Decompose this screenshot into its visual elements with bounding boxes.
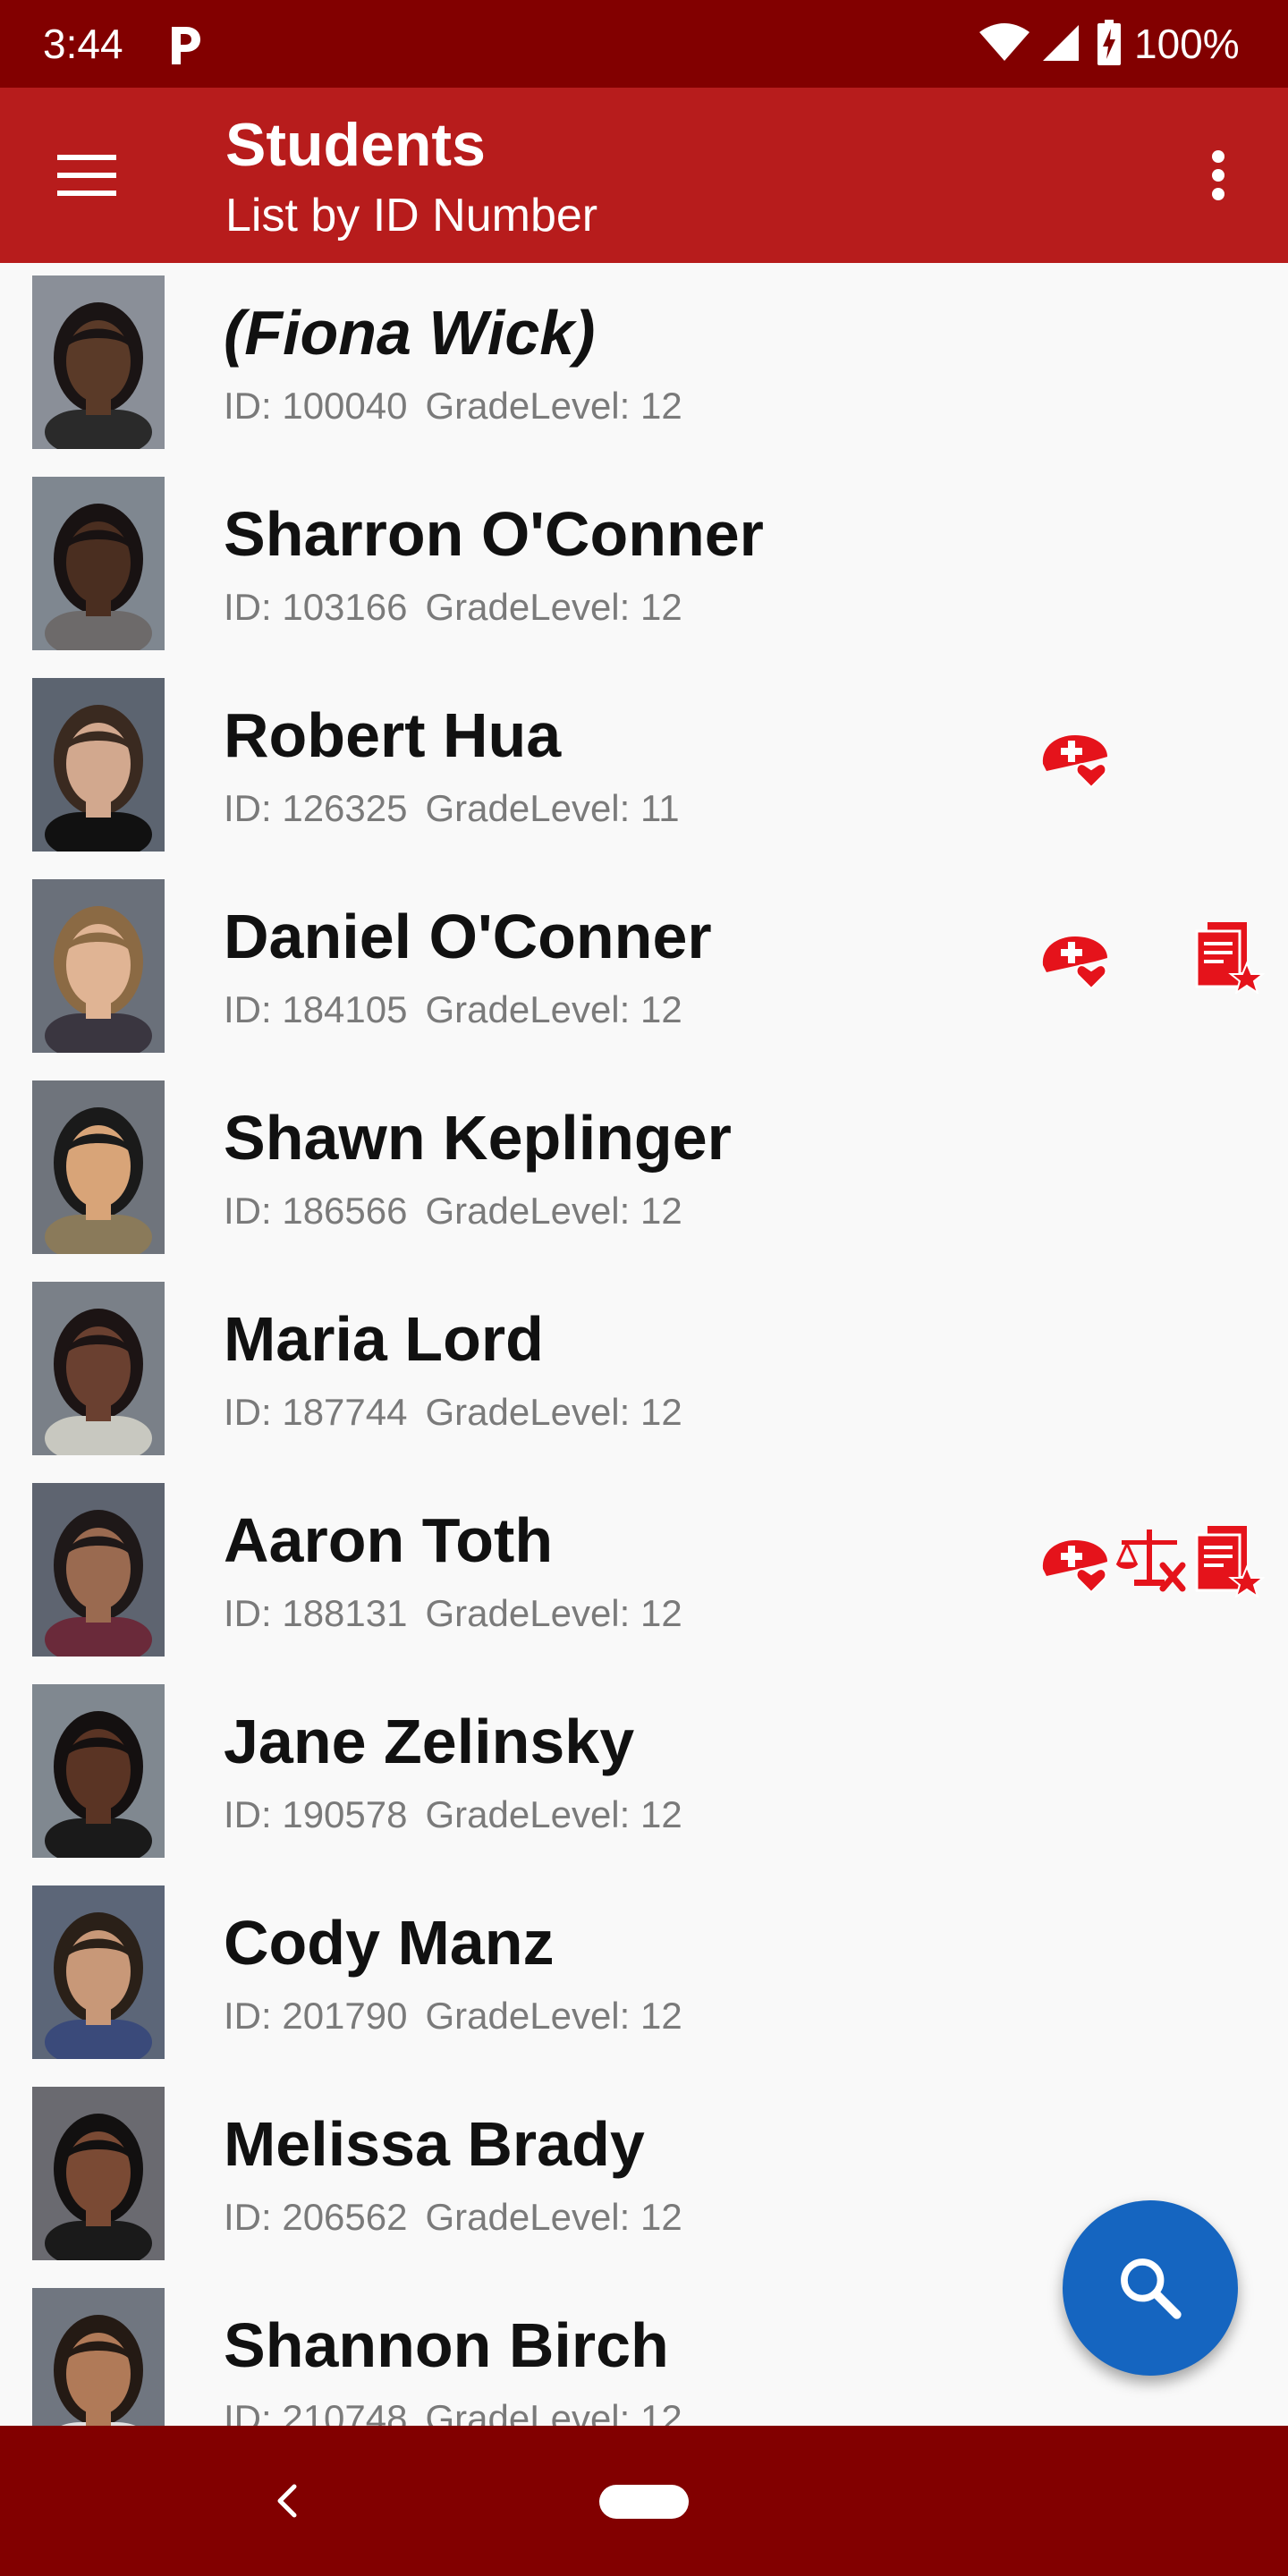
student-row[interactable]: Aaron Toth ID: 188131 GradeLevel: 12	[0, 1470, 1288, 1672]
student-grade-level: GradeLevel: 12	[425, 1190, 682, 1232]
student-photo	[32, 1282, 165, 1455]
student-grade-level: GradeLevel: 12	[425, 1793, 682, 1835]
plan-alert-icon[interactable]	[1190, 919, 1266, 996]
student-details: ID: 201790 GradeLevel: 12	[224, 1993, 682, 2039]
menu-icon	[57, 155, 116, 196]
student-name: Shannon Birch	[224, 2310, 669, 2380]
student-name: Robert Hua	[224, 700, 562, 770]
student-details: ID: 184105 GradeLevel: 12	[224, 987, 682, 1033]
student-details: ID: 100040 GradeLevel: 12	[224, 383, 682, 429]
student-id: ID: 103166	[224, 586, 408, 628]
student-photo	[32, 678, 165, 852]
student-grade-level: GradeLevel: 12	[425, 1995, 682, 2037]
student-details: ID: 210748 GradeLevel: 12	[224, 2395, 682, 2426]
battery-percent: 100%	[1134, 21, 1240, 67]
student-name: Melissa Brady	[224, 2109, 645, 2179]
student-row[interactable]: Robert Hua ID: 126325 GradeLevel: 11	[0, 665, 1288, 867]
navigation-bar	[0, 2426, 1288, 2576]
student-id: ID: 100040	[224, 385, 408, 427]
student-row[interactable]: (Fiona Wick) ID: 100040 GradeLevel: 12	[0, 263, 1288, 464]
student-photo	[32, 879, 165, 1053]
student-photo	[32, 275, 165, 449]
student-name: Aaron Toth	[224, 1505, 554, 1575]
student-details: ID: 103166 GradeLevel: 12	[224, 584, 682, 631]
student-details: ID: 126325 GradeLevel: 11	[224, 785, 680, 832]
plan-alert-icon[interactable]	[1190, 1522, 1266, 1599]
back-icon	[277, 2484, 297, 2518]
status-bar: 3:44 100%	[0, 0, 1288, 88]
student-details: ID: 186566 GradeLevel: 12	[224, 1188, 682, 1234]
student-details: ID: 187744 GradeLevel: 12	[224, 1389, 682, 1436]
battery-charging-icon	[1097, 20, 1121, 65]
student-id: ID: 210748	[224, 2397, 408, 2426]
medical-alert-icon[interactable]	[1038, 1522, 1113, 1597]
student-name: Cody Manz	[224, 1908, 555, 1978]
student-grade-level: GradeLevel: 12	[425, 988, 682, 1030]
student-row[interactable]: Jane Zelinsky ID: 190578 GradeLevel: 12	[0, 1672, 1288, 1873]
student-photo	[32, 1080, 165, 1254]
app-bar: Students List by ID Number	[0, 88, 1288, 263]
medical-alert-icon[interactable]	[1038, 919, 1113, 994]
student-row[interactable]: Cody Manz ID: 201790 GradeLevel: 12	[0, 1873, 1288, 2074]
student-details: ID: 206562 GradeLevel: 12	[224, 2194, 682, 2241]
status-time: 3:44	[43, 21, 123, 67]
student-grade-level: GradeLevel: 12	[425, 586, 682, 628]
search-button[interactable]	[1063, 2200, 1238, 2376]
student-grade-level: GradeLevel: 12	[425, 1592, 682, 1634]
student-list: (Fiona Wick) ID: 100040 GradeLevel: 12 Shar…	[0, 263, 1288, 2426]
student-grade-level: GradeLevel: 11	[425, 787, 680, 829]
student-id: ID: 201790	[224, 1995, 408, 2037]
wifi-icon	[979, 23, 1030, 61]
student-photo	[32, 1483, 165, 1657]
student-row[interactable]: Daniel O'Conner ID: 184105 GradeLevel: 12	[0, 867, 1288, 1068]
search-icon	[1121, 2258, 1182, 2319]
medical-alert-icon[interactable]	[1038, 717, 1113, 792]
student-photo	[32, 1885, 165, 2059]
page-subtitle: List by ID Number	[225, 190, 598, 242]
menu-button[interactable]	[30, 138, 143, 213]
student-photo	[32, 2087, 165, 2260]
student-id: ID: 184105	[224, 988, 408, 1030]
student-grade-level: GradeLevel: 12	[425, 2196, 682, 2238]
student-grade-level: GradeLevel: 12	[425, 1391, 682, 1433]
student-id: ID: 186566	[224, 1190, 408, 1232]
student-name: Jane Zelinsky	[224, 1707, 635, 1776]
parking-icon	[172, 27, 200, 64]
student-name: Sharron O'Conner	[224, 499, 764, 569]
student-id: ID: 190578	[224, 1793, 408, 1835]
student-details: ID: 190578 GradeLevel: 12	[224, 1792, 682, 1838]
overflow-menu-button[interactable]	[1190, 134, 1247, 216]
student-grade-level: GradeLevel: 12	[425, 385, 682, 427]
student-id: ID: 188131	[224, 1592, 408, 1634]
student-name: Maria Lord	[224, 1304, 544, 1374]
signal-icon	[1043, 25, 1079, 61]
home-button[interactable]	[599, 2485, 689, 2519]
student-id: ID: 187744	[224, 1391, 408, 1433]
student-name: (Fiona Wick)	[224, 298, 596, 368]
student-grade-level: GradeLevel: 12	[425, 2397, 682, 2426]
student-name: Shawn Keplinger	[224, 1103, 732, 1173]
student-photo	[32, 2288, 165, 2426]
student-details: ID: 188131 GradeLevel: 12	[224, 1590, 682, 1637]
more-vert-icon	[1212, 150, 1224, 200]
student-photo	[32, 1684, 165, 1858]
discipline-alert-icon[interactable]	[1113, 1522, 1188, 1597]
student-row[interactable]: Shawn Keplinger ID: 186566 GradeLevel: 12	[0, 1068, 1288, 1269]
student-row[interactable]: Sharron O'Conner ID: 103166 GradeLevel: 12	[0, 464, 1288, 665]
student-id: ID: 126325	[224, 787, 408, 829]
back-button[interactable]	[258, 2472, 315, 2529]
student-name: Daniel O'Conner	[224, 902, 712, 971]
page-title: Students	[225, 111, 486, 179]
student-id: ID: 206562	[224, 2196, 408, 2238]
student-photo	[32, 477, 165, 650]
student-row[interactable]: Maria Lord ID: 187744 GradeLevel: 12	[0, 1269, 1288, 1470]
